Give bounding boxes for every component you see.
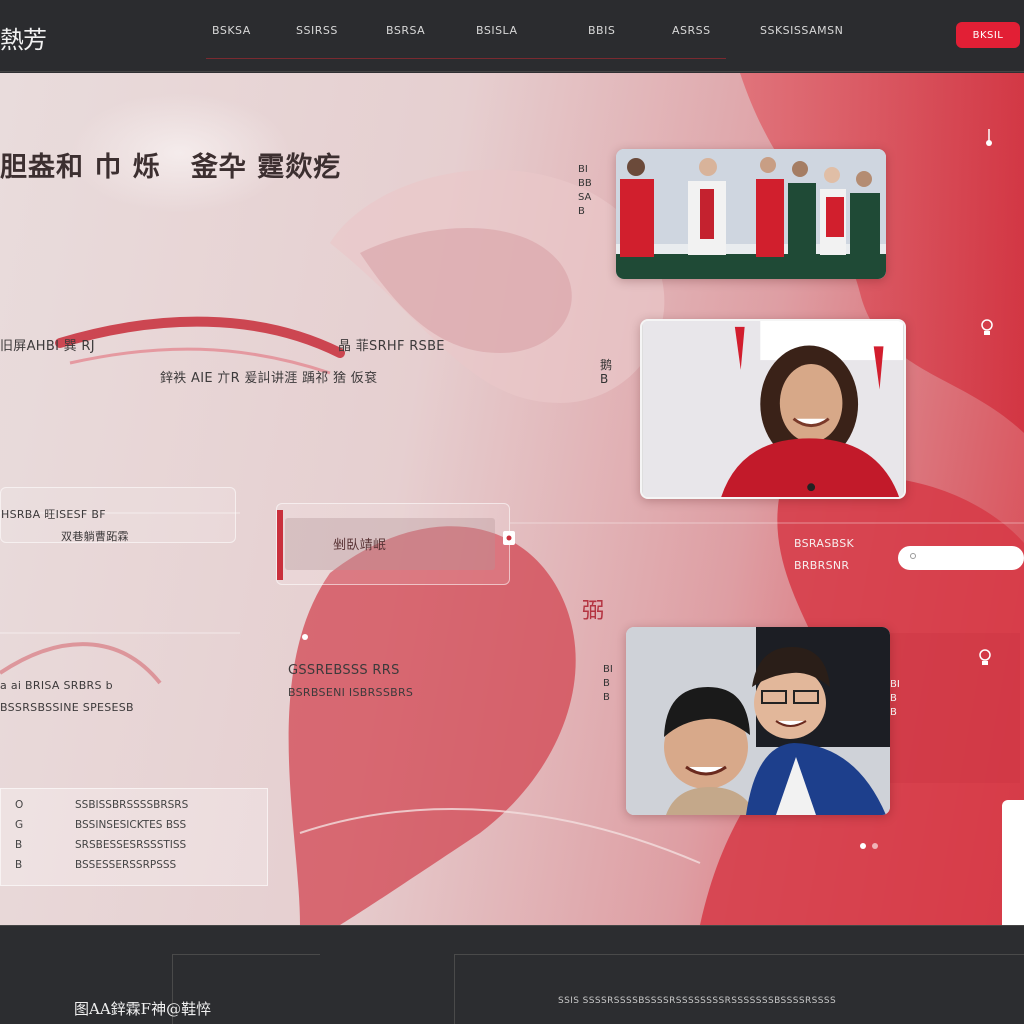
- side-caption-1: BI BB SA B: [578, 164, 592, 217]
- nav-item-4[interactable]: BSISLA: [476, 24, 517, 37]
- info-card-label: 剉臥靖岷: [333, 538, 387, 553]
- photo-card-friends[interactable]: [626, 627, 890, 815]
- hero-title-part-2: 釜卆 霆欻疙: [190, 152, 342, 183]
- friends-photo-image: [626, 627, 890, 815]
- info-card-subtitle: 双巷躺曹跖霖: [61, 530, 129, 543]
- info-card-title: HSRBA 旺ISESF BF: [1, 508, 106, 521]
- hero-section: 胆盎和 巾 烁釜卆 霆欻疙 旧屏AHBI 巽 RJ 晶 菲SRHF RSBE 鋅…: [0, 73, 1024, 925]
- cta-button[interactable]: BKSIL: [956, 22, 1020, 48]
- side-caption-4: BI B B: [890, 679, 900, 718]
- mid-subheading: BSRBSENI ISBRSSBRS: [288, 686, 414, 699]
- footer-divider: [454, 954, 1024, 955]
- nav-item-7[interactable]: SSKSISSAMSN: [760, 24, 843, 37]
- portrait-photo-image: [642, 321, 904, 497]
- right-caption-1: BSRASBSK: [794, 537, 854, 550]
- hero-title: 胆盎和 巾 烁釜卆 霆欻疙: [0, 145, 341, 184]
- mid-heading: GSSREBSSS RRS: [288, 663, 400, 678]
- side-caption-2: 鹅 B: [600, 358, 613, 386]
- list-item: G BSSINSESICKTES BSS: [15, 819, 187, 831]
- nav-item-6[interactable]: ASRSS: [672, 24, 711, 37]
- left-heading: 旧屏AHBI 巽 RJ: [0, 339, 95, 354]
- nav-item-3[interactable]: BSRSA: [386, 24, 425, 37]
- lightbulb-icon: [981, 319, 993, 335]
- marker-icon[interactable]: [502, 529, 516, 547]
- list-item: B BSSESSERSSRPSSS: [15, 859, 177, 871]
- top-navigation: 熱芳 BSKSA SSIRSS BSRSA BSISLA BBIS ASRSS …: [0, 0, 1024, 72]
- info-card-accent-bar: [277, 510, 283, 580]
- info-card-thumbnail: [285, 518, 495, 570]
- right-caption-2: BRBRSNR: [794, 559, 850, 572]
- spec-list: O SSBISSBRSSSSBRSRS G BSSINSESICKTES BSS B…: [0, 788, 268, 886]
- list-item: B SRSBESSESRSSSTISS: [15, 839, 187, 851]
- group-photo-image: [616, 149, 886, 279]
- footer-brand[interactable]: 图AA鋅霖F神@鞋悴: [74, 998, 211, 1019]
- footer: 图AA鋅霖F神@鞋悴 SSIS SSSSRSSSSBSSSSRSSSSSSSSR…: [0, 925, 1024, 1024]
- scroll-handle[interactable]: [1002, 800, 1024, 925]
- center-heading: 晶 菲SRHF RSBE: [338, 339, 445, 354]
- slider-dot-icon[interactable]: [298, 628, 312, 646]
- nav-item-1[interactable]: BSKSA: [212, 24, 251, 37]
- photo-card-portrait[interactable]: [640, 319, 906, 499]
- footer-divider: [454, 954, 455, 1024]
- search-icon: [910, 553, 916, 559]
- vertical-glyph: 弼: [582, 599, 605, 624]
- feature-row: a ai BRISA SRBRS b: [0, 679, 113, 692]
- center-subheading: 鋅袟 AIE 亣R 爰訆讲涯 踽祁 猞 仮袞: [160, 371, 378, 386]
- info-card-center[interactable]: 剉臥靖岷: [276, 503, 510, 585]
- feature-row-2: BSSRSBSSINE SPESESB: [0, 701, 134, 714]
- side-caption-3: BI B B: [603, 664, 613, 703]
- nav-item-2[interactable]: SSIRSS: [296, 24, 338, 37]
- info-card-left[interactable]: HSRBA 旺ISESF BF 双巷躺曹跖霖: [0, 487, 236, 543]
- nav-item-5[interactable]: BBIS: [588, 24, 615, 37]
- main-nav: BSKSA SSIRSS BSRSA BSISLA BBIS ASRSS SSK…: [0, 24, 1024, 44]
- footer-meta: SSIS SSSSRSSSSBSSSSRSSSSSSSSRSSSSSSSBSSS…: [558, 996, 837, 1006]
- list-item: O SSBISSBRSSSSBRSRS: [15, 799, 189, 811]
- nav-divider: [206, 58, 726, 59]
- pin-icon: [986, 129, 992, 146]
- lightbulb-icon: [979, 649, 991, 665]
- carousel-dots-icon[interactable]: [858, 837, 888, 855]
- footer-divider: [172, 954, 320, 955]
- hero-title-part-1: 胆盎和 巾 烁: [0, 152, 161, 183]
- photo-card-group[interactable]: [616, 149, 886, 279]
- search-input[interactable]: [898, 546, 1024, 570]
